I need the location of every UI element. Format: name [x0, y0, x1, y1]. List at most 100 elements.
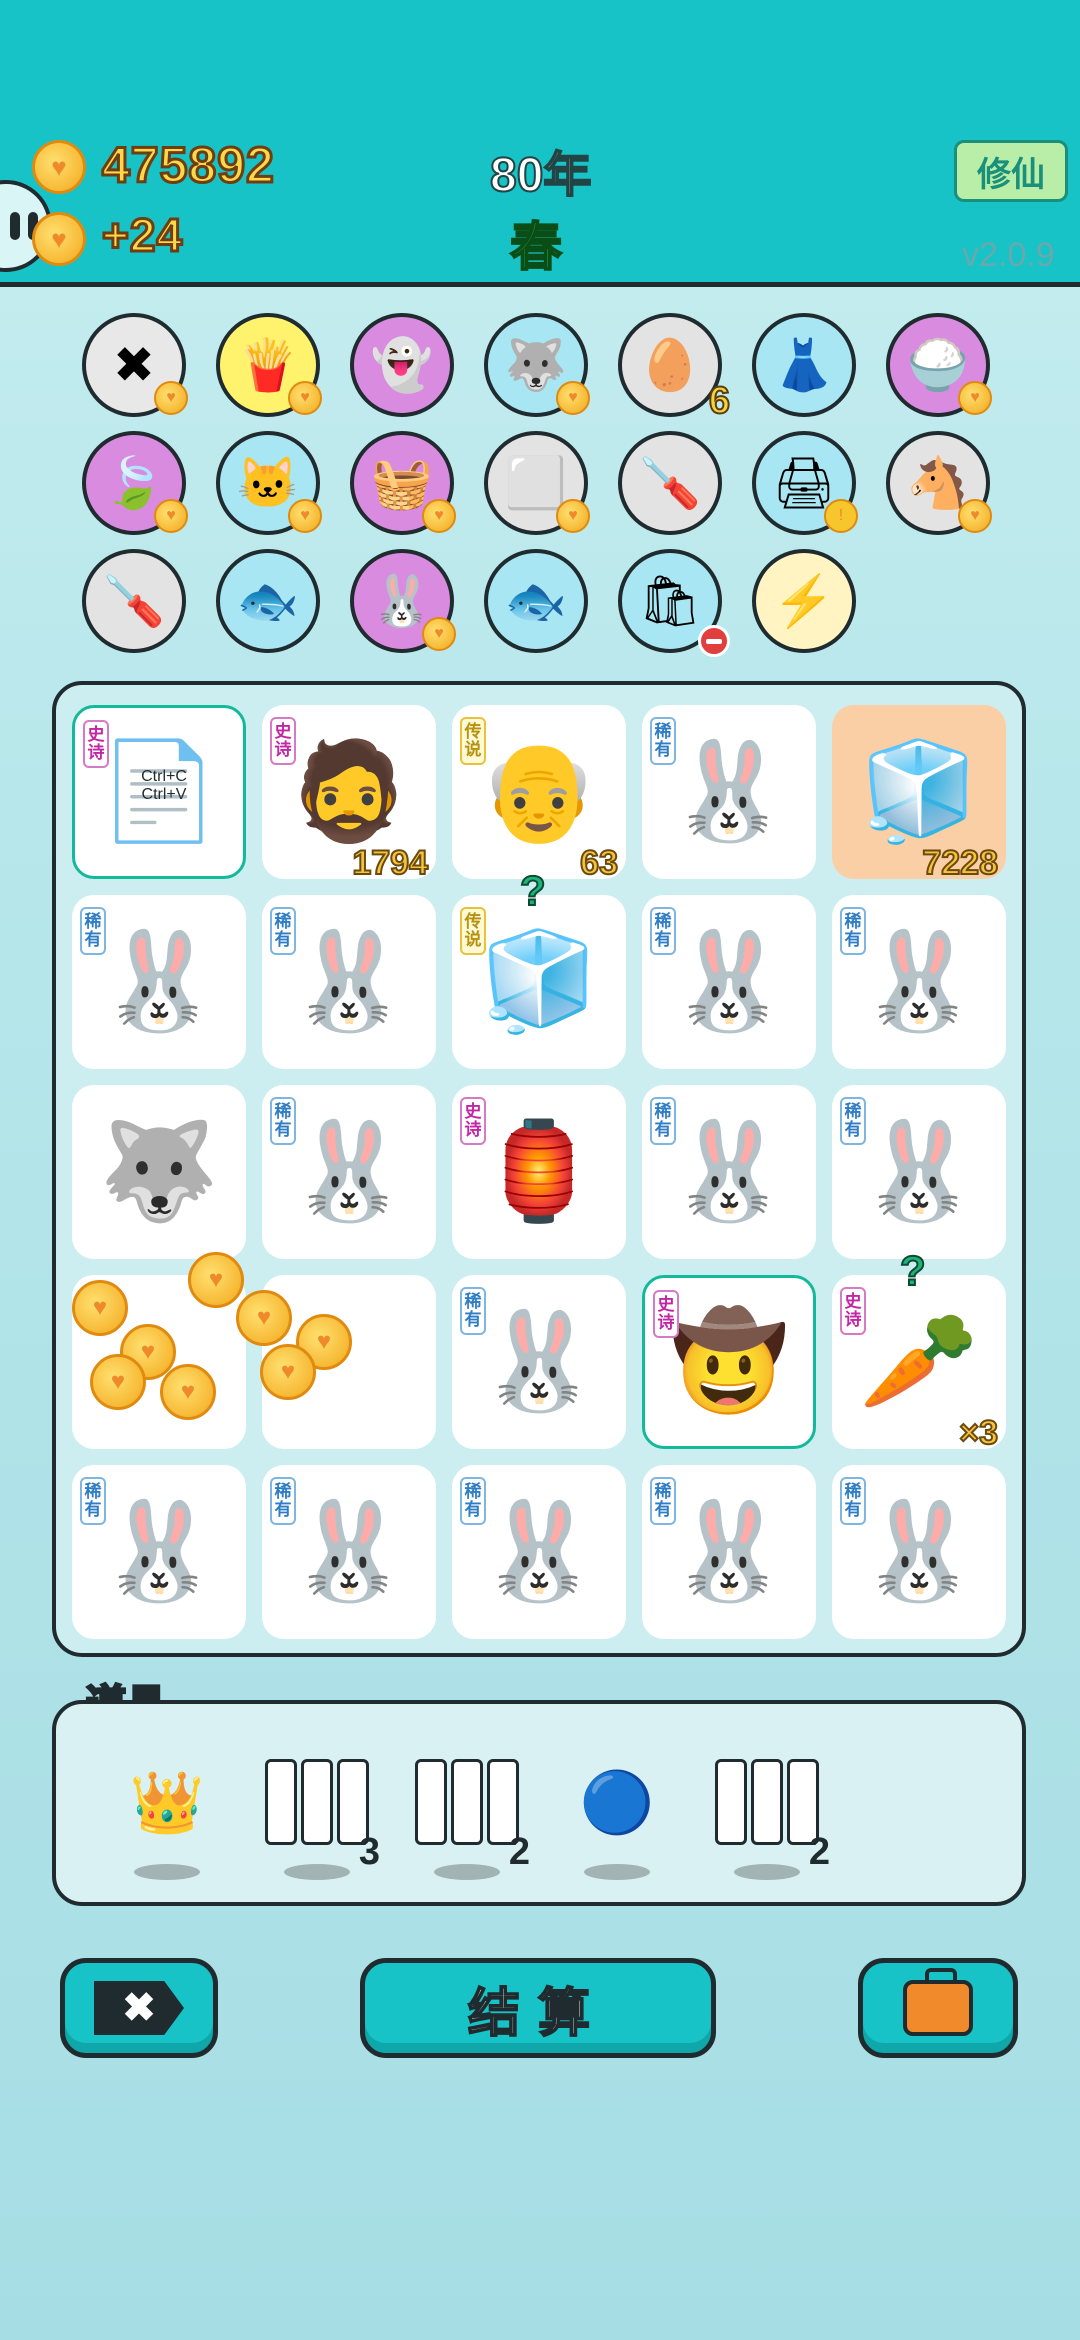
remove-button[interactable]: ✖: [60, 1958, 218, 2058]
rice-bowl-icon[interactable]: 🍚 ♥: [886, 313, 992, 417]
fridge-tile[interactable]: 🧊 7228: [832, 705, 1006, 883]
fruit-basket-icon[interactable]: 🧺 ♥: [350, 431, 456, 535]
coin-total: 475892: [101, 136, 276, 195]
settle-button[interactable]: 结算: [360, 1958, 716, 2058]
tile-image: 🐰: [479, 1498, 599, 1605]
tool-shadow: [734, 1864, 800, 1880]
leaf-glyph: 🍃: [102, 454, 166, 511]
top-bar: ♥ 475892 ♥ +24 80年 春 修仙 v2.0.9: [0, 0, 1080, 287]
tile-image: 🐺: [99, 1118, 219, 1225]
rabbit-tile[interactable]: 🐰 稀有: [642, 895, 816, 1069]
rarity-tag: 史诗: [460, 1097, 486, 1145]
leaf-icon[interactable]: 🍃 ♥: [82, 431, 188, 535]
tile-value: 1794: [351, 843, 429, 883]
rabbit-tile[interactable]: 🐰 稀有: [832, 895, 1006, 1069]
rabbit-tile[interactable]: 🐰 稀有: [642, 1085, 816, 1259]
blue-orb-icon[interactable]: 🔵: [562, 1752, 672, 1880]
carrot-tile[interactable]: 🥕 史诗 ×3?: [832, 1246, 1006, 1453]
rabbit-tile[interactable]: 🐰 稀有: [262, 1465, 436, 1639]
ghost-icon[interactable]: 👻: [350, 313, 454, 417]
rabbit-glyph: 🐰: [370, 572, 434, 629]
rabbit-tile[interactable]: 🐰 稀有: [72, 1465, 246, 1639]
inventory-bag-button[interactable]: [858, 1958, 1018, 2058]
rarity-tag: 稀有: [80, 907, 106, 955]
question-mark-icon: ?: [899, 1246, 927, 1295]
screwdriver-icon[interactable]: 🪛: [618, 431, 722, 535]
rare-reroll-icon[interactable]: 3: [262, 1752, 380, 1880]
rarity-tag: 稀有: [840, 1477, 866, 1525]
slot-frames-icon: [415, 1759, 519, 1845]
lightning-icon[interactable]: ⚡: [752, 549, 856, 653]
blank-reroll-icon[interactable]: 2: [712, 1752, 830, 1880]
rabbit-house-tile[interactable]: 🏮 史诗: [452, 1085, 626, 1259]
heart-badge-icon: ♥: [422, 617, 456, 651]
crown-icon[interactable]: 👑: [112, 1752, 222, 1880]
fishbowl-icon[interactable]: 🐟: [484, 549, 588, 653]
rabbit-tile[interactable]: 🐰 稀有: [262, 895, 436, 1069]
rabbit-tile[interactable]: 🐰 稀有: [642, 1465, 816, 1639]
tile-image: 🐰: [859, 1118, 979, 1225]
rarity-tag: 史诗: [840, 1287, 866, 1335]
dolls-icon[interactable]: 🐴 ♥: [886, 431, 992, 535]
screwdriver-glyph: 🪛: [638, 454, 702, 511]
fridge-tile[interactable]: 🧊 传说?: [452, 866, 626, 1069]
epic-reroll-icon[interactable]: 2: [412, 1752, 530, 1880]
sugar-cubes-icon[interactable]: ⬜ ♥: [484, 431, 590, 535]
tile-image: 🥕: [859, 1308, 979, 1415]
rabbit-tile[interactable]: 🐰 稀有: [452, 1465, 626, 1639]
tool-count: 2: [808, 1831, 830, 1873]
trash-bag-icon[interactable]: 🛍: [618, 549, 730, 657]
tile-caption: Ctrl+C Ctrl+V: [141, 768, 187, 803]
husky-icon[interactable]: 🐺 ♥: [484, 313, 590, 417]
printer-icon[interactable]: 🖨!: [752, 431, 858, 535]
rabbit-icon[interactable]: 🐰 ♥: [350, 549, 456, 653]
rabbit-tile[interactable]: 🐰 稀有: [452, 1275, 626, 1449]
heart-badge-icon: ♥: [556, 381, 590, 415]
tile-image: 🐰: [859, 1498, 979, 1605]
heart-badge-icon: ♥: [556, 499, 590, 533]
heart-badge-icon: ♥: [422, 499, 456, 533]
tool-shadow: [134, 1864, 200, 1880]
fries-icon[interactable]: 🍟 ♥: [216, 313, 322, 417]
heart-badge-icon: ♥: [154, 381, 188, 415]
tile-image: 🤠: [669, 1308, 789, 1415]
grandpa-tile[interactable]: 👴 传说 63: [452, 705, 626, 883]
income-coin-icon: ♥: [32, 212, 86, 266]
rabbit-tile[interactable]: 🐰 稀有: [262, 1085, 436, 1259]
fishbowl-icon[interactable]: 🐟: [216, 549, 320, 653]
cultivation-mode-button[interactable]: 修仙: [954, 140, 1068, 202]
skirt-icon[interactable]: 👗: [752, 313, 856, 417]
tool-count: 2: [508, 1831, 530, 1873]
rarity-tag: 稀有: [270, 1097, 296, 1145]
tile-value: 7228: [921, 843, 999, 883]
copy-paste-tile[interactable]: 📄 Ctrl+C Ctrl+V 史诗: [72, 705, 246, 879]
husky-glyph: 🐺: [504, 336, 568, 393]
coin-burst: ♥ ♥ ♥ ♥ ♥ ♥ ♥ ♥: [60, 1244, 400, 1420]
screwdriver-icon[interactable]: 🪛: [82, 549, 186, 653]
tool-shadow: [434, 1864, 500, 1880]
tool-shadow: [584, 1864, 650, 1880]
rabbit-tile[interactable]: 🐰 稀有: [72, 895, 246, 1069]
rarity-tag: 稀有: [270, 907, 296, 955]
heart-badge-icon: ♥: [958, 499, 992, 533]
cat-icon[interactable]: 🐱 ♥: [216, 431, 322, 535]
fishbowl-glyph: 🐟: [504, 572, 568, 629]
remove-glyph: ✖: [113, 337, 155, 393]
husky-king-tile[interactable]: 🐺: [72, 1085, 246, 1259]
warning-badge-icon: !: [824, 499, 858, 533]
version-label: v2.0.9: [962, 236, 1055, 274]
rarity-tag: 稀有: [650, 907, 676, 955]
bearded-man-tile[interactable]: 🧔 史诗 1794: [262, 705, 436, 883]
tile-image: 🐰: [669, 738, 789, 845]
year-label: 80年: [489, 148, 592, 203]
rabbit-tile[interactable]: 🐰 稀有: [832, 1465, 1006, 1639]
rabbit-tile[interactable]: 🐰 稀有: [832, 1085, 1006, 1259]
rarity-tag: 史诗: [653, 1290, 679, 1338]
tile-value: 63: [579, 843, 619, 883]
farmer-tile[interactable]: 🤠 史诗: [642, 1275, 816, 1449]
lightning-glyph: ⚡: [772, 572, 836, 629]
egg-tray-icon[interactable]: 🥚 6: [618, 313, 731, 423]
rabbit-tile[interactable]: 🐰 稀有: [642, 705, 816, 879]
remove-icon[interactable]: ✖ ♥: [82, 313, 188, 417]
heart-badge-icon: ♥: [154, 499, 188, 533]
